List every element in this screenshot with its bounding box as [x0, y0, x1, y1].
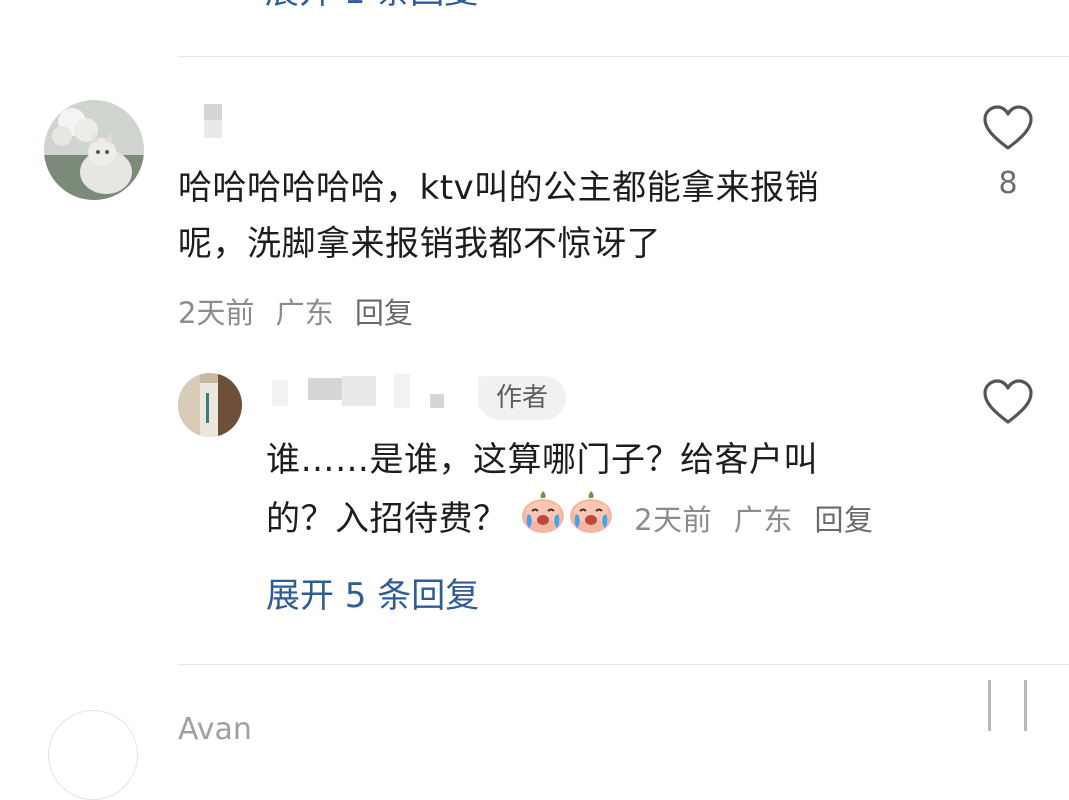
divider-bottom — [178, 664, 1069, 665]
comment1-text: 哈哈哈哈哈哈，ktv叫的公主都能拿来报销 呢，洗脚拿来报销我都不惊讶了 — [178, 160, 938, 272]
divider-top — [178, 56, 1069, 57]
heart-outline-icon — [983, 379, 1033, 424]
avatar-cat-image — [44, 100, 144, 200]
like-button-reply1[interactable] — [982, 378, 1034, 428]
crying-face-emoji — [567, 488, 615, 553]
comment1-like-count: 8 — [998, 166, 1018, 201]
username-author-redacted[interactable] — [272, 374, 512, 414]
reply1-time: 2天前 — [634, 503, 713, 537]
reply1-text-line1: 谁……是谁，这算哪门子？给客户叫 — [266, 440, 818, 480]
comment1-reply-button[interactable]: 回复 — [355, 296, 413, 330]
heart-outline-icon — [983, 105, 1033, 150]
reply1-text-line2-row: 的？入招待费？ 2天前 广东 回复 — [266, 488, 946, 553]
username-comment1-redacted[interactable] — [200, 104, 230, 140]
reply1-meta: 2天前 广东 回复 — [634, 503, 885, 537]
comment1-time: 2天前 — [178, 296, 255, 330]
next-comment-like-icon-partial[interactable] — [984, 680, 1034, 731]
author-badge: 作者 — [478, 376, 567, 420]
comment1-text-line2: 呢，洗脚拿来报销我都不惊讶了 — [178, 224, 661, 264]
reply1-text: 谁……是谁，这算哪门子？给客户叫 的？入招待费？ 2天前 广东 回复 — [266, 432, 946, 553]
avatar-next-comment[interactable] — [48, 710, 138, 800]
like-button-comment1[interactable] — [982, 104, 1034, 154]
comment1-text-line1: 哈哈哈哈哈哈，ktv叫的公主都能拿来报销 — [178, 168, 820, 208]
comment1-location: 广东 — [275, 296, 334, 330]
reply1-location: 广东 — [733, 503, 793, 537]
reply1-text-line2: 的？入招待费？ — [266, 499, 508, 539]
expand-replies-top[interactable]: 展开 1 条回复 — [265, 0, 478, 12]
crying-face-emoji — [519, 488, 567, 553]
next-comment-username[interactable]: Avan — [178, 712, 252, 748]
expand-replies-button[interactable]: 展开 5 条回复 — [266, 574, 479, 618]
avatar-author-reply[interactable] — [178, 373, 242, 437]
avatar-author-image — [178, 373, 242, 437]
reply1-reply-button[interactable]: 回复 — [815, 503, 874, 537]
comment1-meta: 2天前 广东 回复 — [178, 293, 425, 333]
avatar-comment1[interactable] — [44, 100, 144, 200]
